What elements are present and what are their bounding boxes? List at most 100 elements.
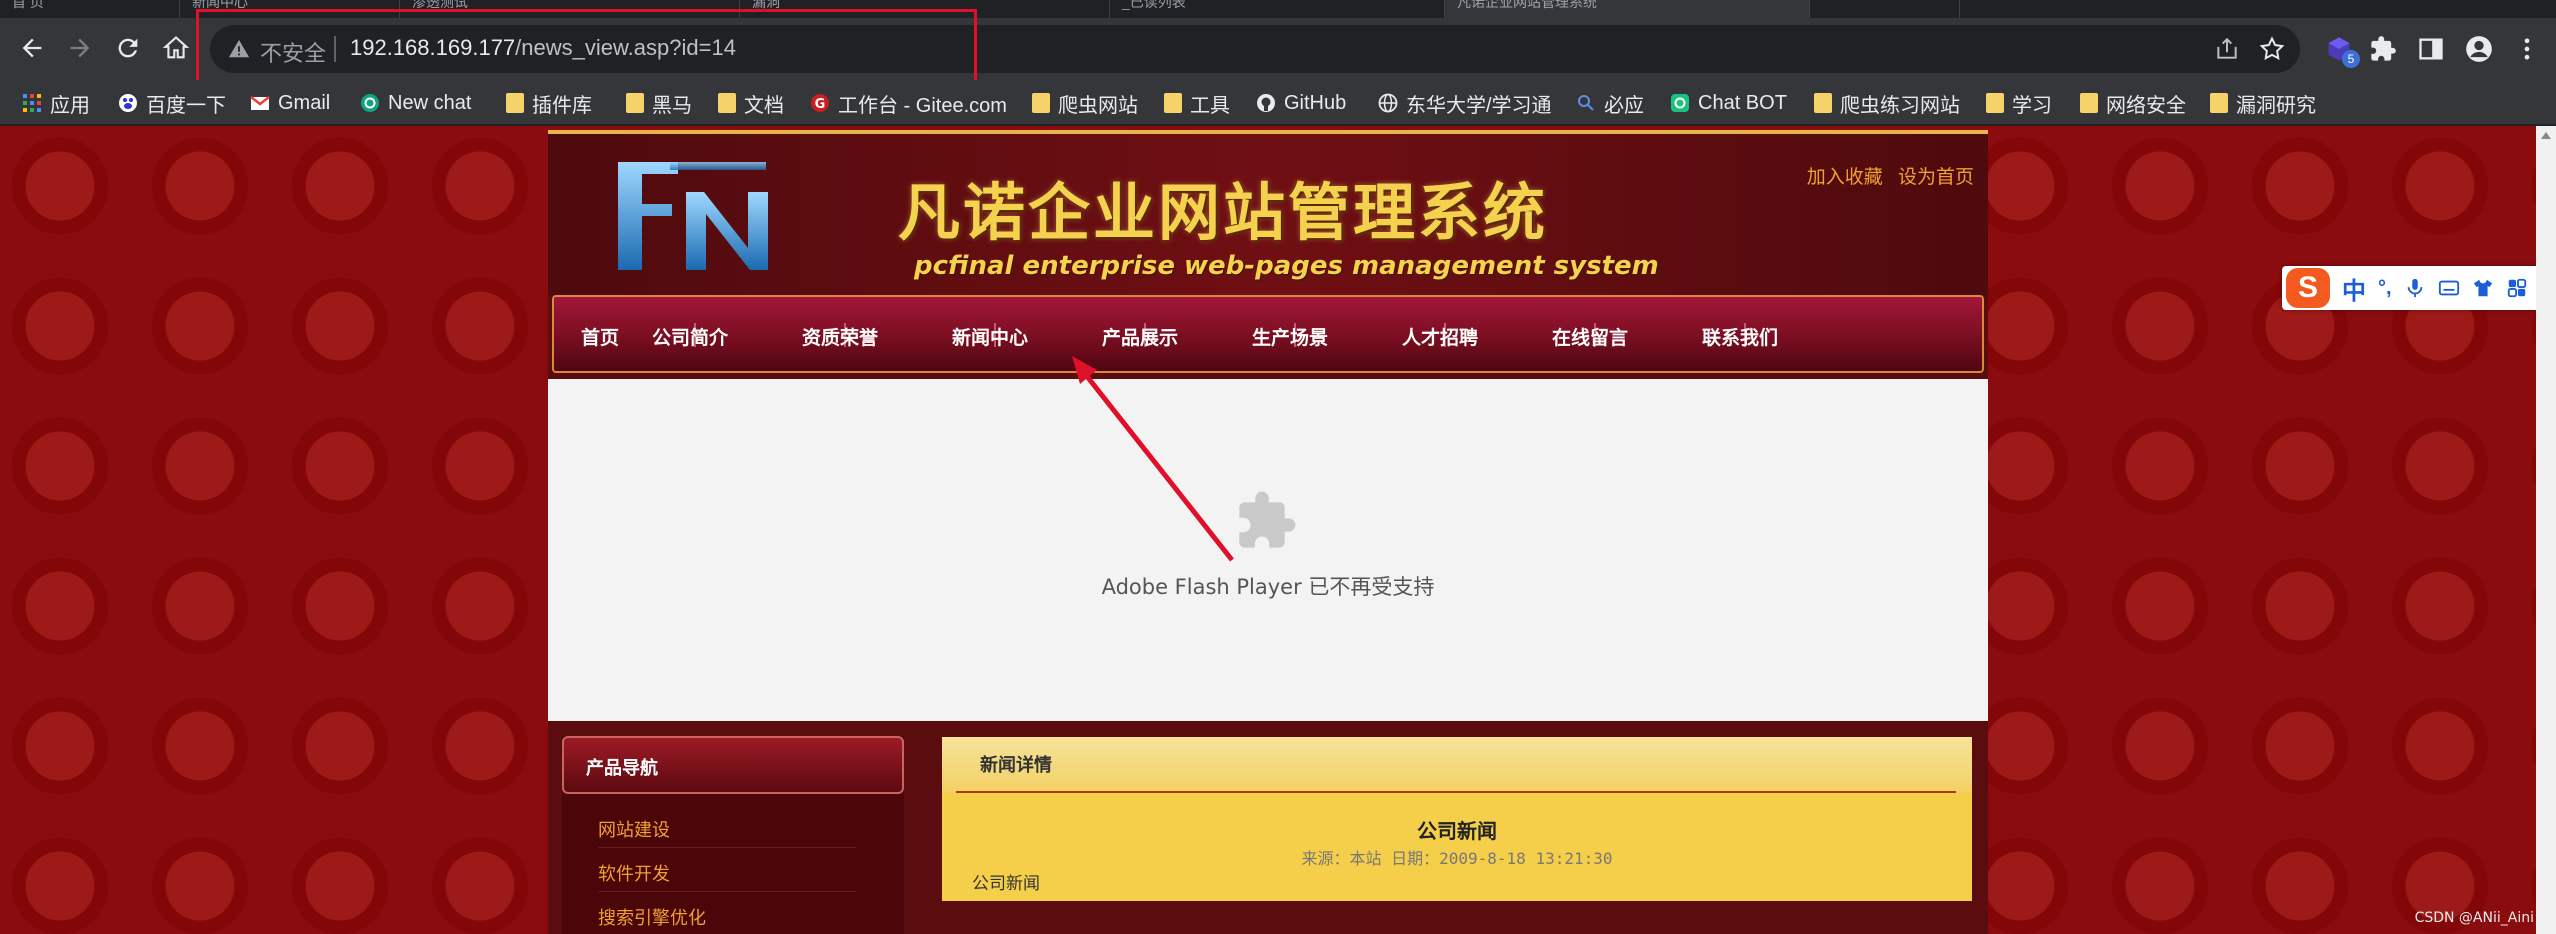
nav-item-news[interactable]: 新闻中心 xyxy=(930,323,1050,350)
bookmark-label: 网络安全 xyxy=(2106,94,2186,117)
nav-item-guestbook[interactable]: 在线留言 xyxy=(1530,323,1650,350)
profile-button[interactable] xyxy=(2462,32,2496,66)
nav-item-contact[interactable]: 联系我们 xyxy=(1680,323,1800,350)
bookmark-label: 应用 xyxy=(50,94,90,117)
extensions-menu-button[interactable] xyxy=(2366,32,2400,66)
site-title: 凡诺企业网站管理系统 xyxy=(898,176,1549,249)
bookmark-label: 爬虫网站 xyxy=(1058,94,1138,117)
product-sidebar: 产品导航 网站建设 软件开发 搜索引擎优化 xyxy=(562,736,904,934)
plugin-puzzle-icon xyxy=(1239,491,1296,548)
news-meta: 来源：本站 日期：2009-8-18 13:21:30 xyxy=(1301,849,1613,868)
puzzle-piece-icon xyxy=(2371,36,2396,61)
bookmark-bing[interactable]: 必应 xyxy=(1576,89,1644,117)
nav-item-about[interactable]: 公司简介 xyxy=(630,323,750,350)
bookmark-label: 东华大学/学习通 xyxy=(1406,94,1552,117)
microphone-icon[interactable] xyxy=(2404,277,2426,299)
bookmark-chatbot[interactable]: Chat BOT xyxy=(1670,89,1787,117)
divider xyxy=(956,791,1956,793)
browser-tab[interactable]: _已读列表 xyxy=(1110,0,1445,18)
news-title: 公司新闻 xyxy=(1417,819,1497,843)
bookmark-label: New chat xyxy=(388,91,472,114)
back-button[interactable] xyxy=(12,28,52,68)
news-detail-heading: 新闻详情 xyxy=(980,755,1052,776)
bookmark-folder[interactable]: 黑马 xyxy=(626,89,692,117)
home-icon xyxy=(162,36,190,59)
extension-button[interactable]: 5 xyxy=(2322,32,2360,68)
bookmark-star-icon[interactable] xyxy=(2258,35,2286,63)
folder-icon xyxy=(2080,93,2098,113)
bookmark-folder[interactable]: 学习 xyxy=(1986,89,2052,117)
side-panel-icon xyxy=(2419,38,2443,60)
extension-badge: 5 xyxy=(2342,50,2360,68)
nav-item-products[interactable]: 产品展示 xyxy=(1080,323,1200,350)
reload-button[interactable] xyxy=(108,28,148,68)
bookmark-label: 黑马 xyxy=(652,94,692,117)
bookmark-label: 插件库 xyxy=(532,94,592,117)
browser-tab-active[interactable]: 凡诺企业网站管理系统 xyxy=(1445,0,1810,18)
skin-shirt-icon[interactable] xyxy=(2472,277,2494,299)
bookmark-folder[interactable]: 爬虫练习网站 xyxy=(1814,89,1960,117)
page-viewport: 凡诺企业网站管理系统 pcfinal enterprise web-pages … xyxy=(0,126,2556,934)
ime-punct-toggle[interactable]: °, xyxy=(2378,277,2392,300)
keyboard-icon[interactable] xyxy=(2438,277,2460,299)
folder-icon xyxy=(1164,93,1182,113)
page-scrollbar[interactable] xyxy=(2536,126,2556,934)
gmail-icon xyxy=(250,96,270,110)
add-favorite-link[interactable]: 加入收藏 xyxy=(1807,167,1883,188)
browser-tab[interactable] xyxy=(1810,0,1960,18)
browser-menu-button[interactable] xyxy=(2510,32,2544,66)
set-homepage-link[interactable]: 设为首页 xyxy=(1898,167,1974,188)
bookmark-folder[interactable]: 漏洞研究 xyxy=(2210,89,2316,117)
svg-text:G: G xyxy=(815,97,826,112)
folder-icon xyxy=(1032,93,1050,113)
bookmark-donghua[interactable]: 东华大学/学习通 xyxy=(1378,89,1552,117)
forward-button[interactable] xyxy=(60,28,100,68)
sidebar-item-website[interactable]: 网站建设 xyxy=(598,808,856,848)
bookmark-folder[interactable]: 网络安全 xyxy=(2080,89,2186,117)
home-button[interactable] xyxy=(156,28,196,68)
nav-item-jobs[interactable]: 人才招聘 xyxy=(1380,323,1500,350)
flash-placeholder: Adobe Flash Player 已不再受支持 xyxy=(548,379,1988,721)
reload-icon xyxy=(118,38,138,58)
arrow-left-icon xyxy=(22,38,42,58)
sidebar-item-software[interactable]: 软件开发 xyxy=(598,852,856,892)
sogou-logo-icon[interactable]: S xyxy=(2286,268,2330,308)
gitee-icon: G xyxy=(811,94,829,112)
bookmark-label: 百度一下 xyxy=(146,94,226,117)
bookmark-label: 爬虫练习网站 xyxy=(1840,94,1960,117)
folder-icon xyxy=(506,93,524,113)
news-body: 公司新闻 xyxy=(972,874,1040,894)
bookmark-folder[interactable]: 工具 xyxy=(1164,89,1230,117)
bookmark-apps[interactable]: 应用 xyxy=(22,89,90,117)
header-links: 加入收藏 设为首页 xyxy=(1797,162,1974,189)
ime-toolbar: S 中 °, xyxy=(2282,266,2552,310)
bookmark-folder[interactable]: 爬虫网站 xyxy=(1032,89,1138,117)
news-detail-panel: 新闻详情 公司新闻 来源：本站 日期：2009-8-18 13:21:30 公司… xyxy=(942,737,1972,901)
bookmark-label: GitHub xyxy=(1284,91,1347,114)
bookmark-label: 漏洞研究 xyxy=(2236,94,2316,117)
baidu-icon xyxy=(119,94,137,112)
sidebar-item-seo[interactable]: 搜索引擎优化 xyxy=(598,896,856,934)
bookmark-folder[interactable]: 文档 xyxy=(718,89,784,117)
bookmark-label: Gmail xyxy=(278,91,331,114)
arrow-right-icon xyxy=(70,38,90,58)
toolbox-grid-icon[interactable] xyxy=(2506,277,2528,299)
bookmarks-bar: 应用 百度一下 Gmail New chat 插件库 黑马 文档 G 工作台 -… xyxy=(0,80,2556,125)
nav-item-production[interactable]: 生产场景 xyxy=(1230,323,1350,350)
share-icon[interactable] xyxy=(2214,36,2240,62)
side-panel-button[interactable] xyxy=(2414,32,2448,66)
bookmark-baidu[interactable]: 百度一下 xyxy=(118,89,226,117)
github-icon xyxy=(1257,94,1275,112)
browser-tab[interactable]: 首 页 xyxy=(0,0,180,18)
ime-mode-toggle[interactable]: 中 xyxy=(2342,271,2366,306)
scroll-up-arrow-icon[interactable] xyxy=(2541,132,2551,139)
kebab-menu-icon xyxy=(2524,38,2530,60)
bookmark-gmail[interactable]: Gmail xyxy=(250,89,330,117)
bookmark-folder[interactable]: 插件库 xyxy=(506,89,592,117)
bookmark-new-chat[interactable]: New chat xyxy=(360,89,471,117)
site-logo-icon xyxy=(618,162,768,270)
bookmark-github[interactable]: GitHub xyxy=(1256,89,1346,117)
bookmark-label: 必应 xyxy=(1604,94,1644,117)
bookmark-gitee[interactable]: G 工作台 - Gitee.com xyxy=(810,89,1007,117)
nav-item-honors[interactable]: 资质荣誉 xyxy=(780,323,900,350)
